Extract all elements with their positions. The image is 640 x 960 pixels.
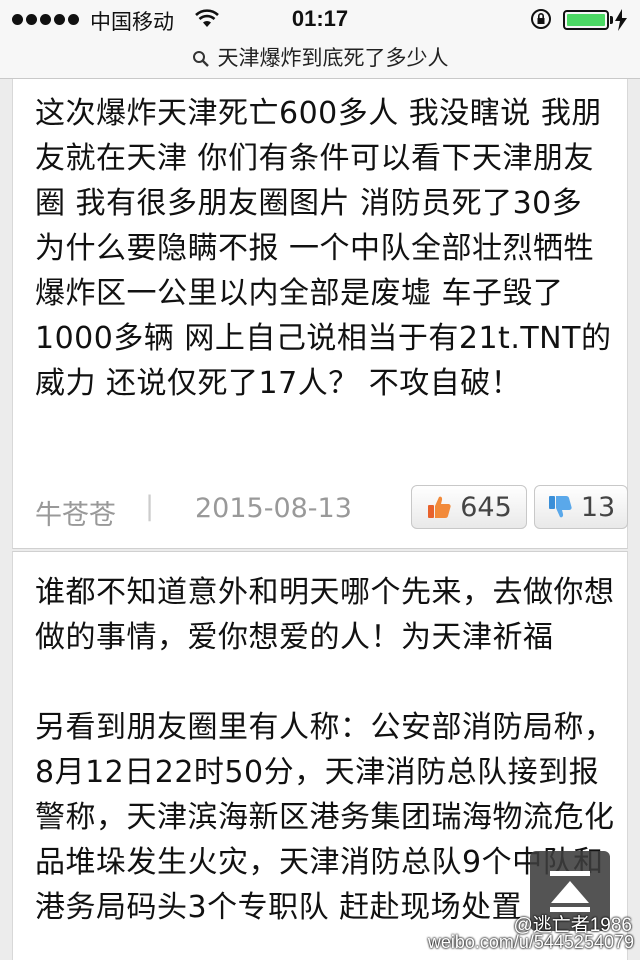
comment-paragraph: 谁都不知道意外和明天哪个先来，去做你想做的事情，爱你想爱的人！为天津祈福: [35, 575, 615, 655]
thumb-down-icon: [548, 496, 572, 518]
comment-author[interactable]: 牛苍苍: [35, 493, 116, 532]
dislike-button[interactable]: 13: [534, 485, 628, 529]
comment-date: 2015-08-13: [195, 493, 352, 524]
weibo-watermark: @逃亡者1986 weibo.com/u/5445254079: [428, 910, 640, 960]
status-bar: 中国移动 01:17: [0, 0, 640, 40]
dislike-count: 13: [580, 491, 616, 523]
comment-card: 这次爆炸天津死亡600多人 我没瞎说 我朋友就在天津 你们有条件可以看下天津朋友…: [12, 79, 628, 549]
watermark-url: weibo.com/u/5445254079: [427, 932, 634, 952]
battery-icon: [563, 10, 609, 30]
search-query: 天津爆炸到底死了多少人: [217, 46, 449, 70]
battery-tip: [610, 16, 613, 24]
comment-text: 谁都不知道意外和明天哪个先来，去做你想做的事情，爱你想爱的人！为天津祈福 另看到…: [35, 570, 615, 930]
search-title[interactable]: 天津爆炸到底死了多少人: [0, 42, 640, 72]
charging-icon: [615, 9, 627, 31]
comment-paragraph: 另看到朋友圈里有人称：公安部消防局称，8月12日22时50分，天津消防总队接到报…: [35, 710, 615, 925]
search-bar[interactable]: 天津爆炸到底死了多少人: [0, 40, 640, 79]
comment-text: 这次爆炸天津死亡600多人 我没瞎说 我朋友就在天津 你们有条件可以看下天津朋友…: [35, 96, 612, 401]
like-count: 645: [460, 491, 512, 523]
thumb-up-icon: [428, 496, 451, 518]
comment-meta: 牛苍苍 | 2015-08-13 645 13: [35, 485, 628, 532]
like-button[interactable]: 645: [411, 485, 527, 529]
meta-separator: |: [145, 491, 155, 522]
search-icon: [192, 51, 209, 67]
rotation-lock-icon: [531, 9, 551, 29]
